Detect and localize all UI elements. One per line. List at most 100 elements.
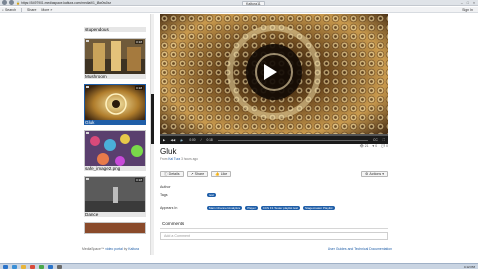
maximize-icon[interactable]: □ <box>467 1 469 5</box>
tab-title: Kaltura11 <box>246 1 261 6</box>
toolbar-share[interactable]: Share <box>27 8 36 12</box>
media-main: ▶ ◀◀ 🔈 0:00 / 0:18 CC ⛶ Gluk From Kal Tu… <box>158 14 390 255</box>
minimize-icon[interactable]: – <box>461 1 463 5</box>
views-count: 21 <box>364 144 369 148</box>
actions-label: Actions <box>369 172 382 176</box>
toolbar-separator <box>21 7 23 12</box>
sidebar-item-dance[interactable]: Dance <box>84 212 146 217</box>
sidebar-item-gluk[interactable]: Gluk <box>84 120 146 125</box>
comments-section: Comments Add a Comment <box>160 221 388 240</box>
sidebar-scrollbar[interactable] <box>150 14 154 255</box>
sidebar-item-stupendous[interactable]: stupendous <box>84 27 146 32</box>
views-stat: 👁 21 <box>359 144 369 148</box>
thumb-duration: 0:18 <box>135 86 143 90</box>
sidebar-thumb-dance[interactable]: 0:18 <box>84 176 146 214</box>
thumb-type-icon <box>86 40 89 42</box>
play-pause-icon[interactable]: ▶ <box>163 138 165 142</box>
sidebar-thumb-gluk[interactable]: 0:18 <box>84 84 146 122</box>
word-icon[interactable] <box>48 264 53 269</box>
footer-by: by <box>123 247 128 251</box>
likes-count: 0 <box>375 144 378 148</box>
related-media-sidebar: stupendous 0:18 Mushroom 0:18 Gluk safe_… <box>82 14 150 255</box>
volume-icon[interactable]: 🔈 <box>180 138 184 142</box>
thumb-type-icon <box>86 178 89 180</box>
share-label: Share <box>194 172 205 176</box>
captions-icon[interactable]: CC <box>373 138 378 142</box>
byline-date: 3 hours ago <box>181 157 198 161</box>
close-icon[interactable]: × <box>473 1 475 5</box>
chevron-down-icon: ▾ <box>382 172 384 176</box>
time-slash: / <box>200 138 202 142</box>
footer-docs-link[interactable]: User Guides and Technical Documentation <box>328 247 392 251</box>
rewind-icon[interactable]: ◀◀ <box>170 138 175 142</box>
comment-input[interactable]: Add a Comment <box>160 232 388 240</box>
next-thumbnail <box>85 223 145 233</box>
channel-chip[interactable]: Stagecreator Playlist <box>303 206 335 210</box>
gluk-thumbnail <box>85 85 145 121</box>
play-icon[interactable] <box>264 64 277 80</box>
actions-dropdown-wrap: ⚙ Actions ▾ <box>361 171 388 177</box>
sidebar-thumb-mushroom[interactable]: 0:18 <box>84 38 146 76</box>
likes-stat: ♥ 0 <box>372 144 378 148</box>
details-button[interactable]: ⓘ Details <box>160 171 184 177</box>
app-icon[interactable] <box>39 264 44 269</box>
sidebar-item-mushroom[interactable]: Mushroom <box>84 74 146 79</box>
footer-kaltura-link[interactable]: Kaltura <box>128 247 139 251</box>
channel-chip[interactable]: Player <box>245 206 258 210</box>
time-total: 0:18 <box>206 138 213 142</box>
media-byline: From Kal Tura 3 hours ago <box>160 157 198 161</box>
ie-icon[interactable] <box>12 264 17 269</box>
window-controls: – □ × <box>461 1 478 5</box>
like-button[interactable]: 👍 Like <box>211 171 232 177</box>
browser-tab-bar: Kaltura11 – □ × <box>240 0 478 6</box>
browser-tab[interactable]: Kaltura11 <box>242 0 265 6</box>
address-field[interactable]: 🔒 https://5497901.mediaspace.kaltura.com… <box>16 1 111 5</box>
page-footer: MediaSpace™ video portal by Kaltura User… <box>82 247 392 251</box>
media-icon[interactable] <box>30 264 35 269</box>
sign-in-link[interactable]: Sign In <box>462 8 478 12</box>
actions-dropdown[interactable]: ⚙ Actions ▾ <box>361 171 388 177</box>
like-icon: 👍 <box>215 172 220 176</box>
folder-icon[interactable] <box>21 264 26 269</box>
toolbar-search[interactable]: ⌕ Search <box>2 8 16 12</box>
details-label: Details <box>168 172 180 176</box>
media-stats: 👁 21 ♥ 0 💬 0 <box>360 144 388 148</box>
tag-chip[interactable]: test <box>207 193 216 197</box>
sidebar-thumb-next[interactable] <box>84 222 146 234</box>
channel-chip[interactable]: Main Channel Analytics <box>207 206 243 210</box>
channel-chip[interactable]: CCS F1 Tester playlist test <box>260 206 300 210</box>
sidebar-thumb-safe-image[interactable] <box>84 130 146 168</box>
start-icon[interactable] <box>3 264 8 269</box>
app-icon[interactable] <box>57 264 62 269</box>
video-player[interactable] <box>160 14 388 144</box>
author-label: Author <box>160 185 171 189</box>
like-label: Like <box>220 172 228 176</box>
toolbar-more-label: More <box>41 7 50 12</box>
system-clock: 4:12 PM <box>463 264 475 269</box>
byline-prefix: From <box>160 157 168 161</box>
sidebar-item-safe-image[interactable]: safe_image2.png <box>84 166 146 171</box>
toolbar-search-label: Search <box>4 7 17 12</box>
dance-thumbnail <box>85 177 145 213</box>
appears-in-values: Main Channel Analytics Player CCS F1 Tes… <box>207 206 377 210</box>
toolbar-more[interactable]: More » <box>41 8 52 12</box>
scrollbar-thumb[interactable] <box>151 94 154 144</box>
footer-video-portal-link[interactable]: video portal <box>105 247 123 251</box>
page: stupendous 0:18 Mushroom 0:18 Gluk safe_… <box>0 14 478 255</box>
browser-toolbar: ⌕ Search Share More » Sign In <box>0 7 478 13</box>
search-icon: ⌕ <box>2 7 4 12</box>
author-link[interactable]: Kal Tura <box>168 157 180 161</box>
footer-left: MediaSpace™ video portal by Kaltura <box>82 247 139 251</box>
forward-button[interactable] <box>9 0 14 5</box>
mushroom-thumbnail <box>85 39 145 75</box>
safe-image-thumbnail <box>85 131 145 167</box>
footer-product: MediaSpace™ <box>82 247 105 251</box>
share-button[interactable]: ↗ Share <box>186 171 209 177</box>
toolbar-share-label: Share <box>27 7 37 12</box>
gear-icon: ⚙ <box>365 172 369 176</box>
fullscreen-icon[interactable]: ⛶ <box>383 138 385 142</box>
back-button[interactable] <box>2 0 7 5</box>
thumb-duration: 0:18 <box>135 40 143 44</box>
os-taskbar: 4:12 PM <box>0 263 478 269</box>
tags-label: Tags <box>160 193 168 197</box>
